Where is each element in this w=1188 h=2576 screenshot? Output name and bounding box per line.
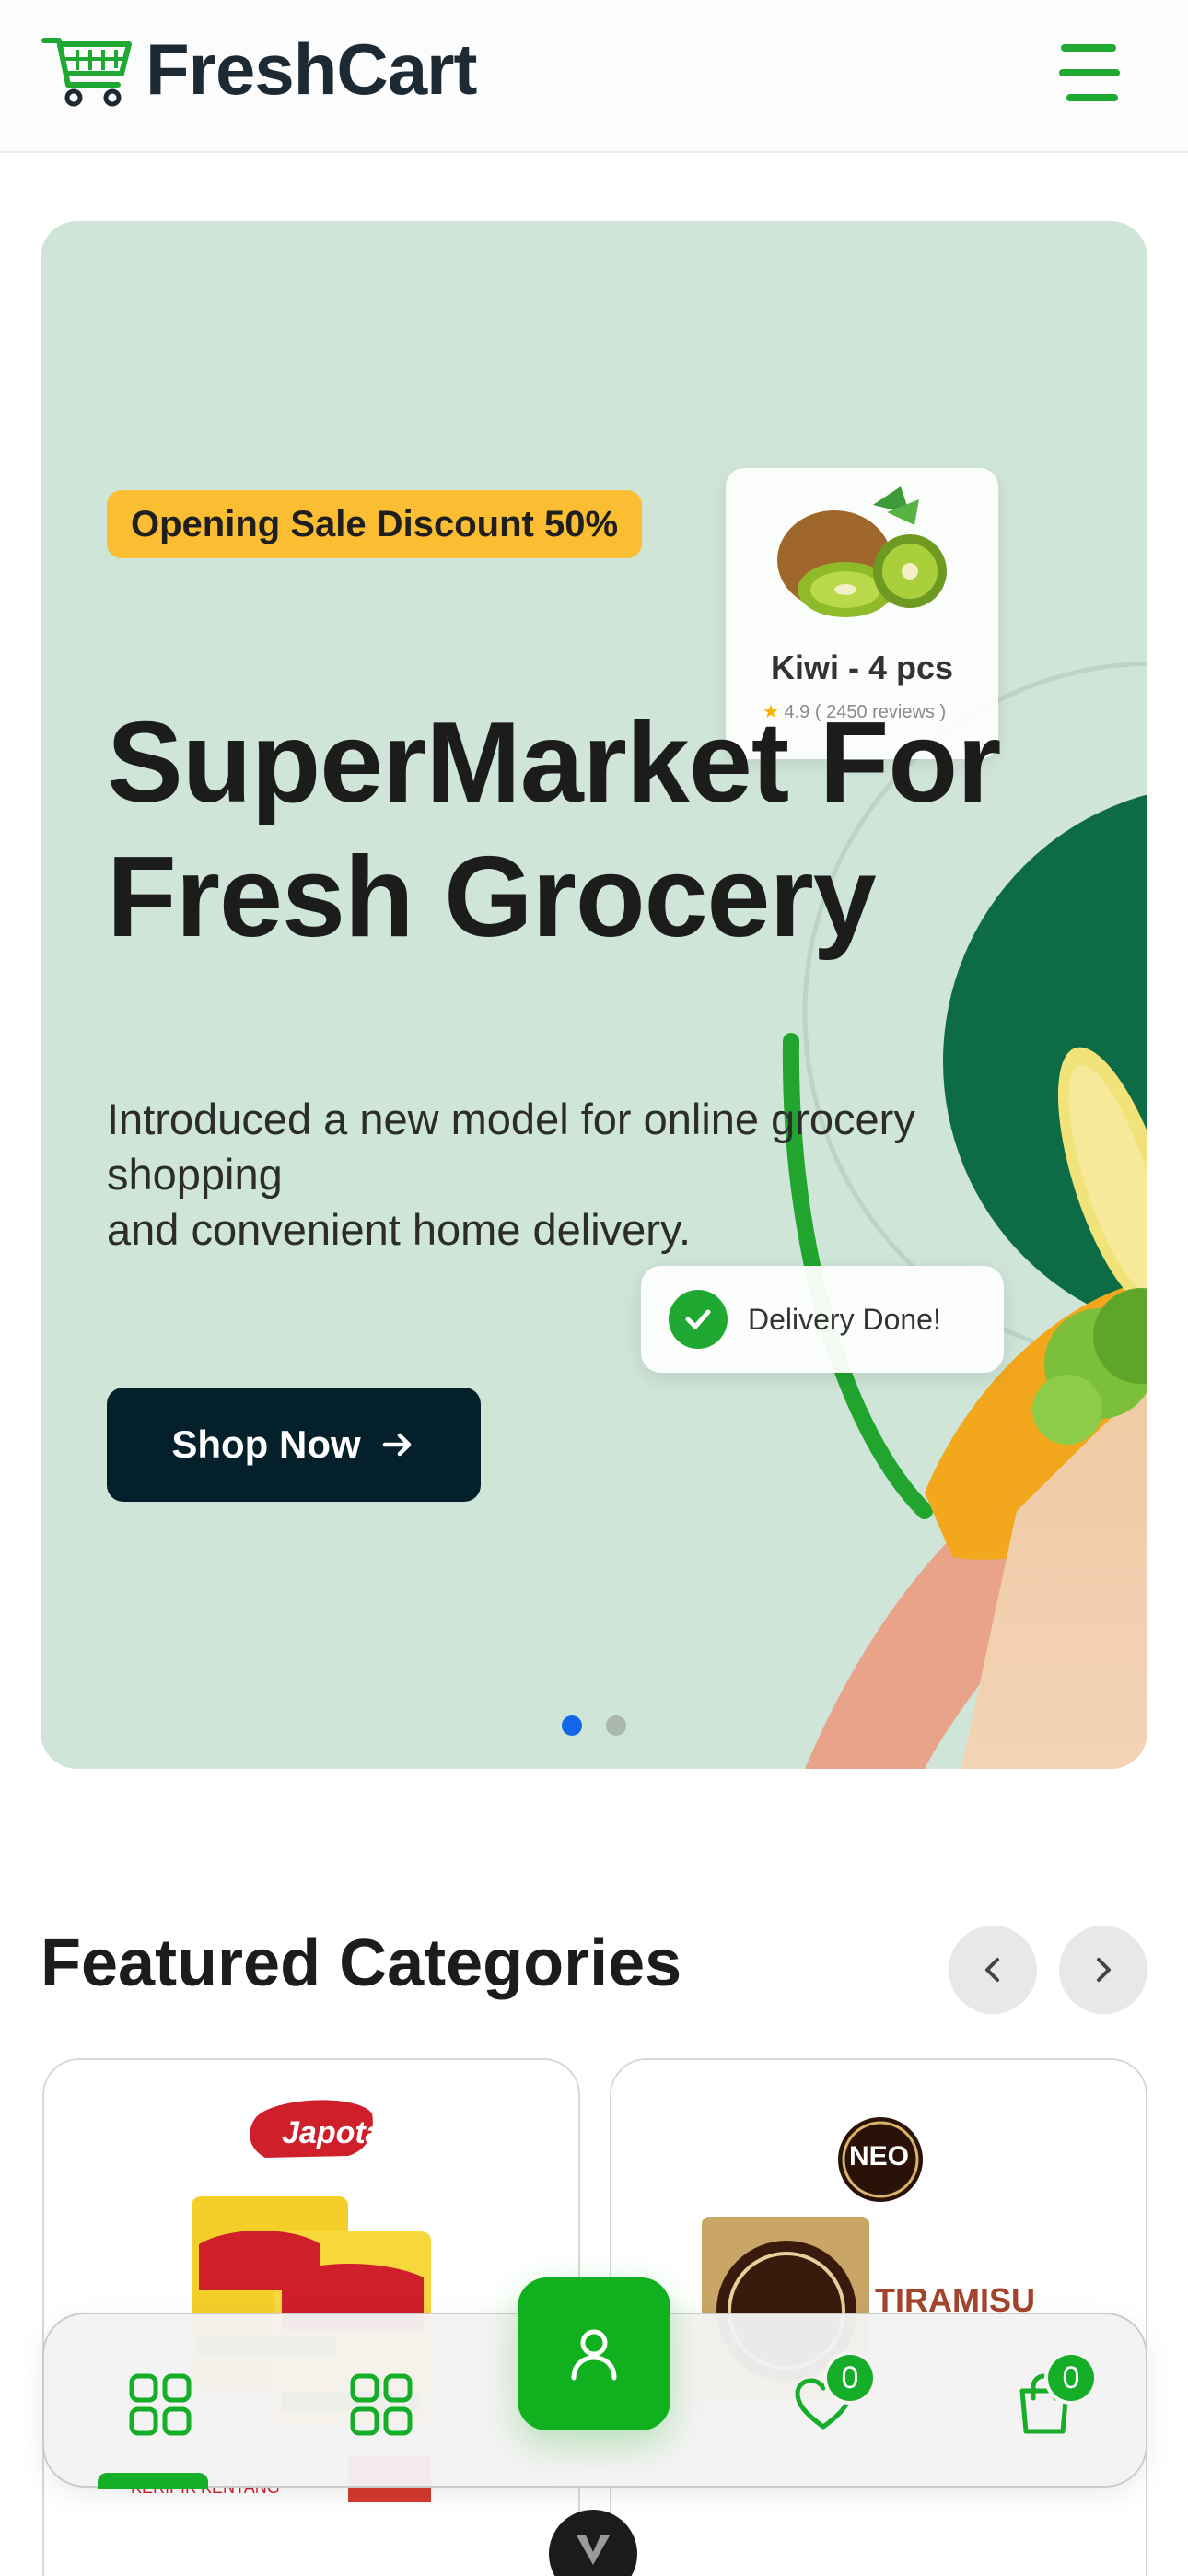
chevron-down-icon <box>577 2535 610 2565</box>
nav-wishlist[interactable]: 0 <box>786 2351 877 2441</box>
nav-cart[interactable]: 0 <box>1007 2351 1098 2441</box>
account-button[interactable] <box>518 2277 670 2430</box>
wishlist-count-badge: 0 <box>823 2351 877 2405</box>
chevron-right-icon <box>1097 1958 1111 1982</box>
delivery-label: Delivery Done! <box>748 1302 941 1336</box>
category-brand-label: NEO <box>849 2141 910 2172</box>
delivery-status-card: Delivery Done! <box>641 1266 1004 1373</box>
slider-dot-1[interactable] <box>562 1715 582 1736</box>
active-tab-indicator <box>98 2473 208 2489</box>
check-icon <box>669 1290 728 1349</box>
featured-categories-title: Featured Categories <box>41 1926 682 2000</box>
hero-title: SuperMarket For Fresh Grocery <box>107 699 1001 961</box>
shop-now-button[interactable]: Shop Now <box>107 1388 481 1502</box>
hero-illustration <box>782 661 1147 1769</box>
sale-badge: Opening Sale Discount 50% <box>107 490 643 558</box>
category-brand-label: Japota <box>282 2115 383 2150</box>
hero-banner: Kiwi - 4 pcs ★ 4.9 ( 2450 reviews ) Open… <box>41 221 1147 1769</box>
kiwi-image <box>777 486 947 617</box>
top-header: FreshCart <box>0 0 1188 153</box>
shop-now-label: Shop Now <box>171 1423 361 1466</box>
grid-icon <box>129 2373 192 2436</box>
cart-icon <box>41 37 132 106</box>
categories-next-button[interactable] <box>1059 1926 1147 2014</box>
brand-logo[interactable]: FreshCart <box>41 28 477 111</box>
chevron-left-icon <box>985 1958 999 1982</box>
nav-home[interactable] <box>123 2368 197 2441</box>
grid-icon <box>350 2373 413 2436</box>
brand-name: FreshCart <box>146 29 477 110</box>
slider-pagination <box>562 1715 626 1736</box>
categories-prev-button[interactable] <box>949 1926 1037 2014</box>
slider-dot-2[interactable] <box>606 1715 626 1736</box>
product-name: Kiwi - 4 pcs <box>770 649 954 686</box>
user-icon <box>571 2329 617 2381</box>
nav-categories[interactable] <box>344 2368 418 2441</box>
cart-count-badge: 0 <box>1044 2351 1098 2405</box>
hamburger-menu-icon[interactable] <box>1059 44 1127 101</box>
hero-description: Introduced a new model for online grocer… <box>107 1095 915 1254</box>
arrow-right-icon <box>382 1433 411 1457</box>
